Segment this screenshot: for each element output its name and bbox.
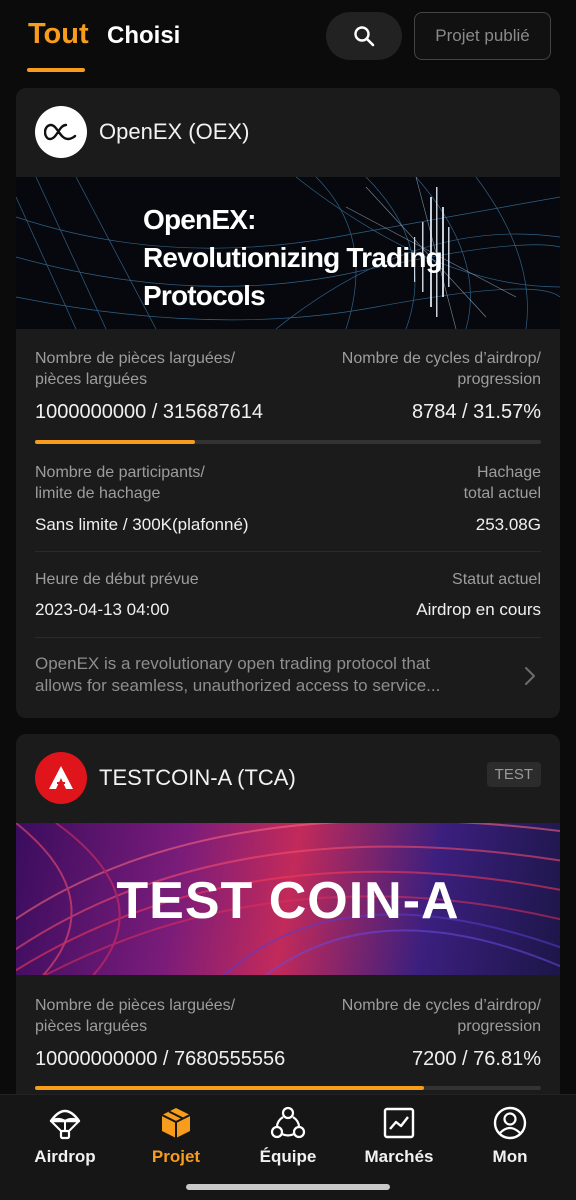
coins-label-line-2: pièces larguées: [35, 371, 148, 388]
coins-label-line-2: pièces larguées: [35, 1018, 148, 1035]
coins-value: 1000000000 / 315687614: [35, 401, 264, 423]
project-card-oex[interactable]: OpenEX (OEX) OpenEX: Revolutionizing Tra…: [16, 88, 560, 718]
banner-title-line-1: OpenEX:: [143, 204, 256, 235]
nav-equipe[interactable]: Équipe: [240, 1105, 336, 1167]
divider: [35, 551, 541, 552]
active-tab-indicator: [27, 68, 85, 72]
testcoin-logo: [35, 752, 87, 804]
nav-label: Équipe: [259, 1147, 317, 1166]
divider: [35, 637, 541, 638]
banner-title-line-2: Revolutionizing Trading: [143, 242, 443, 273]
participants-value: Sans limite / 300K(plafonné): [35, 515, 249, 534]
testcoin-logo-icon: [49, 766, 73, 789]
banner-title: OpenEX: Revolutionizing Trading Protocol…: [143, 201, 443, 315]
cycles-label-line-1: Nombre de cycles d’airdrop/: [341, 997, 541, 1014]
coins-label-line-1: Nombre de pièces larguées/: [35, 997, 236, 1014]
hash-label-line-1: Hachage: [476, 464, 541, 481]
box-icon: [161, 1108, 191, 1138]
top-bar: Tout Choisi Projet publié: [0, 0, 576, 80]
project-description[interactable]: OpenEX is a revolutionary open trading p…: [35, 653, 505, 697]
description-line-1: OpenEX is a revolutionary open trading p…: [35, 654, 431, 673]
hash-value: 253.08G: [475, 515, 541, 534]
published-project-button[interactable]: Projet publié: [414, 12, 551, 60]
home-indicator[interactable]: [186, 1184, 390, 1190]
start-label: Heure de début prévue: [35, 571, 199, 588]
project-banner: OpenEX: Revolutionizing Trading Protocol…: [16, 177, 560, 329]
project-name: TESTCOIN-A (TCA): [99, 765, 296, 790]
coins-label: Nombre de pièces larguées/ pièces largué…: [35, 995, 235, 1037]
nav-label: Projet: [151, 1147, 201, 1166]
chevron-right-icon[interactable]: [524, 666, 536, 691]
airdrop-progress-fill: [35, 1086, 424, 1090]
openex-logo: [35, 106, 87, 158]
status-value: Airdrop en cours: [416, 600, 541, 619]
nav-label: Airdrop: [34, 1147, 96, 1166]
airdrop-progress-bar: [35, 440, 541, 444]
chart-icon: [383, 1107, 415, 1139]
cycles-label-line-2: progression: [457, 1018, 541, 1035]
hash-label: Hachage total actuel: [464, 462, 541, 504]
nav-projet[interactable]: Projet: [128, 1105, 224, 1167]
banner-title-word-2: COIN-A: [268, 872, 460, 930]
participants-label-line-1: Nombre de participants/: [35, 464, 205, 481]
project-name: OpenEX (OEX): [99, 119, 250, 144]
parachute-icon: [49, 1109, 81, 1140]
cycles-value: 8784 / 31.57%: [412, 401, 541, 423]
project-banner: TEST COIN-A: [16, 823, 560, 975]
banner-title-word-1: TEST: [116, 872, 254, 930]
participants-label-line-2: limite de hachage: [35, 485, 161, 502]
coins-value: 10000000000 / 7680555556: [35, 1048, 286, 1070]
description-line-2: allows for seamless, unauthorized access…: [35, 676, 441, 695]
nav-mon[interactable]: Mon: [462, 1105, 558, 1167]
card-header: TESTCOIN-A (TCA) TEST: [16, 734, 560, 822]
coins-label: Nombre de pièces larguées/ pièces largué…: [35, 348, 235, 390]
nav-marches[interactable]: Marchés: [351, 1105, 447, 1167]
search-button[interactable]: [326, 12, 402, 60]
cycles-label: Nombre de cycles d’airdrop/ progression: [342, 995, 541, 1037]
start-value: 2023-04-13 04:00: [35, 600, 170, 619]
tab-all[interactable]: Tout: [28, 18, 89, 51]
coins-label-line-1: Nombre de pièces larguées/: [35, 350, 236, 367]
team-icon: [270, 1106, 306, 1139]
test-badge: TEST: [486, 762, 541, 787]
nav-label: Marchés: [364, 1147, 434, 1166]
cycles-value: 7200 / 76.81%: [412, 1048, 541, 1070]
cycles-label-line-1: Nombre de cycles d’airdrop/: [341, 350, 541, 367]
project-card-tca[interactable]: TESTCOIN-A (TCA) TEST TEST COIN-A Nombre…: [16, 734, 560, 1114]
user-icon: [493, 1106, 527, 1140]
openex-logo-icon: [44, 123, 77, 141]
card-header: OpenEX (OEX): [16, 88, 560, 176]
banner-title-line-3: Protocols: [143, 280, 266, 311]
participants-label: Nombre de participants/ limite de hachag…: [35, 462, 205, 504]
hash-label-line-2: total actuel: [463, 485, 541, 502]
airdrop-progress-fill: [35, 440, 195, 444]
banner-title: TEST COIN-A: [16, 871, 560, 931]
airdrop-progress-bar: [35, 1086, 541, 1090]
status-label: Statut actuel: [452, 571, 541, 588]
tab-chosen[interactable]: Choisi: [107, 22, 180, 50]
cycles-label-line-2: progression: [457, 371, 541, 388]
nav-label: Mon: [492, 1147, 528, 1166]
nav-airdrop[interactable]: Airdrop: [17, 1105, 113, 1167]
cycles-label: Nombre de cycles d’airdrop/ progression: [342, 348, 541, 390]
search-icon: [354, 26, 375, 47]
